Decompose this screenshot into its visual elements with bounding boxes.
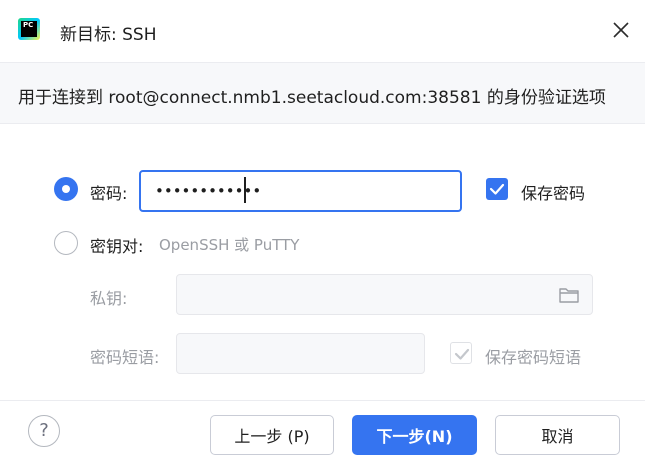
save-passphrase-label: 保存密码短语 bbox=[485, 348, 582, 367]
pycharm-app-icon: PC bbox=[18, 18, 40, 40]
back-button[interactable]: 上一步 (P) bbox=[210, 415, 334, 455]
password-radio[interactable] bbox=[54, 177, 78, 201]
keypair-label: 密钥对: bbox=[90, 237, 144, 256]
password-label: 密码: bbox=[90, 184, 128, 203]
cancel-button[interactable]: 取消 bbox=[495, 415, 620, 455]
save-password-label: 保存密码 bbox=[521, 184, 586, 203]
checkmark-icon bbox=[489, 183, 505, 195]
help-button[interactable]: ? bbox=[28, 415, 60, 447]
passphrase-input[interactable] bbox=[176, 333, 425, 374]
text-caret bbox=[244, 177, 246, 203]
folder-icon[interactable] bbox=[558, 285, 580, 305]
save-passphrase-checkbox[interactable] bbox=[450, 342, 472, 364]
private-key-input[interactable] bbox=[176, 274, 593, 315]
title-bar: PC 新目标: SSH bbox=[0, 0, 645, 62]
keypair-radio[interactable] bbox=[54, 231, 78, 255]
close-icon bbox=[613, 22, 629, 38]
checkmark-icon bbox=[454, 348, 470, 360]
password-input[interactable]: •••••••••••• bbox=[139, 170, 462, 212]
next-button[interactable]: 下一步(N) bbox=[352, 415, 477, 455]
close-button[interactable] bbox=[609, 18, 633, 42]
connection-info-bar: 用于连接到 root@connect.nmb1.seetacloud.com:3… bbox=[0, 62, 645, 124]
connection-subtitle: 用于连接到 root@connect.nmb1.seetacloud.com:3… bbox=[18, 88, 606, 108]
private-key-label: 私钥: bbox=[90, 289, 128, 308]
window-title: 新目标: SSH bbox=[60, 25, 157, 45]
passphrase-label: 密码短语: bbox=[90, 348, 160, 367]
keypair-hint: OpenSSH 或 PuTTY bbox=[159, 236, 300, 254]
save-password-checkbox[interactable] bbox=[486, 178, 508, 200]
app-icon-text: PC bbox=[21, 21, 37, 37]
